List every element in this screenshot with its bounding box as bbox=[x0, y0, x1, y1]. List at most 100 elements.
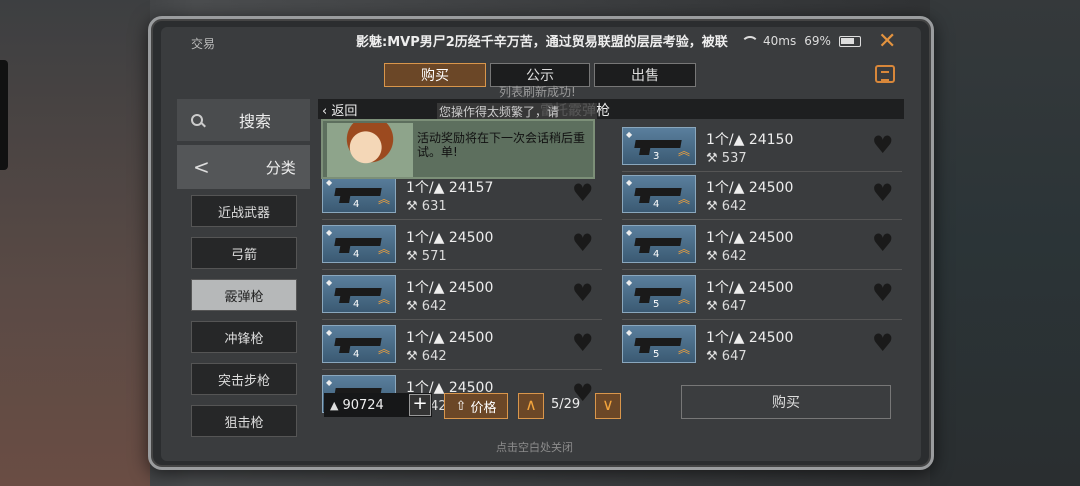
heart-icon[interactable]: ♥ bbox=[872, 229, 894, 257]
trade-screen: 交易 影魅:MVP男尸2历经千辛万苦，通过贸易联盟的层层考验，被联 40ms 6… bbox=[161, 27, 921, 461]
item-tier: 5 bbox=[653, 299, 660, 310]
close-hint: 点击空白处关闭 bbox=[496, 441, 573, 454]
item-tier: 4 bbox=[353, 249, 360, 260]
heart-icon[interactable]: ♥ bbox=[872, 179, 894, 207]
shotgun-icon bbox=[634, 188, 682, 196]
banner-text: 活动奖励将在下一次会话稍后重试。单! bbox=[417, 131, 586, 159]
item-thumbnail: ◆ 4 ︽ bbox=[322, 325, 396, 363]
heart-icon[interactable]: ♥ bbox=[572, 279, 594, 307]
item-thumbnail: ◆ 3 ︽ bbox=[622, 127, 696, 165]
item-stock: ⚒ 571 bbox=[406, 249, 447, 264]
divider bbox=[622, 269, 902, 270]
item-stock: ⚒ 642 bbox=[406, 299, 447, 314]
item-stock: ⚒ 647 bbox=[706, 349, 747, 364]
list-item[interactable]: ◆ 5 ︽ 1个/▲ 24500 ⚒ 647 ♥ bbox=[622, 325, 902, 371]
heart-icon[interactable]: ♥ bbox=[872, 131, 894, 159]
search-button[interactable]: 搜索 bbox=[177, 99, 310, 141]
item-thumbnail: ◆ 4 ︽ bbox=[622, 225, 696, 263]
category-bow[interactable]: 弓箭 bbox=[191, 237, 297, 269]
diamond-icon: ◆ bbox=[326, 228, 333, 237]
latency: 40ms bbox=[763, 34, 797, 48]
notes-icon[interactable] bbox=[875, 65, 895, 83]
category-smg[interactable]: 冲锋枪 bbox=[191, 321, 297, 353]
tab-sell[interactable]: 出售 bbox=[594, 63, 696, 87]
rank-up-icon: ︽ bbox=[678, 192, 691, 206]
rank-up-icon: ︽ bbox=[378, 242, 391, 256]
category-melee[interactable]: 近战武器 bbox=[191, 195, 297, 227]
item-stock: ⚒ 647 bbox=[706, 299, 747, 314]
heart-icon[interactable]: ♥ bbox=[872, 329, 894, 357]
list-item[interactable]: ◆ 3 ︽ 1个/▲ 24150 ⚒ 537 ♥ bbox=[622, 127, 902, 173]
trade-device-frame: 交易 影魅:MVP男尸2历经千辛万苦，通过贸易联盟的层层考验，被联 40ms 6… bbox=[148, 16, 934, 470]
list-item[interactable]: ◆ 4 ︽ 1个/▲ 24500 ⚒ 642 ♥ bbox=[322, 275, 602, 321]
list-item[interactable]: ◆ 4 ︽ 1个/▲ 24500 ⚒ 642 ♥ bbox=[622, 175, 902, 221]
list-header: ‹ 返回 雷托霰弹枪 bbox=[318, 99, 904, 119]
item-thumbnail: ◆ 5 ︽ bbox=[622, 325, 696, 363]
back-label: 返回 bbox=[331, 104, 358, 119]
event-banner: 活动奖励将在下一次会话稍后重试。单! bbox=[321, 119, 595, 179]
item-price: 1个/▲ 24500 bbox=[706, 280, 794, 296]
heart-icon[interactable]: ♥ bbox=[572, 179, 594, 207]
list-item[interactable]: ◆ 4 ︽ 1个/▲ 24500 ⚒ 642 ♥ bbox=[622, 225, 902, 271]
back-button[interactable]: ‹ 返回 bbox=[322, 100, 357, 119]
sort-label: 价格 bbox=[470, 400, 497, 416]
category-label: 分类 bbox=[265, 158, 296, 177]
item-thumbnail: ◆ 4 ︽ bbox=[322, 175, 396, 213]
heart-icon[interactable]: ♥ bbox=[572, 329, 594, 357]
category-header[interactable]: < 分类 bbox=[177, 145, 310, 189]
item-stock: ⚒ 642 bbox=[706, 249, 747, 264]
status-bar: 交易 影魅:MVP男尸2历经千辛万苦，通过贸易联盟的层层考验，被联 40ms 6… bbox=[161, 27, 921, 55]
diamond-icon: ◆ bbox=[326, 328, 333, 337]
divider bbox=[322, 319, 602, 320]
divider bbox=[322, 269, 602, 270]
item-tier: 4 bbox=[353, 349, 360, 360]
sort-up-icon: ⇧ bbox=[455, 398, 467, 414]
category-sniper[interactable]: 狙击枪 bbox=[191, 405, 297, 437]
list-item[interactable]: ◆ 4 ︽ 1个/▲ 24500 ⚒ 642 ♥ bbox=[322, 325, 602, 371]
currency-icon: ▲ bbox=[330, 398, 339, 412]
divider bbox=[622, 319, 902, 320]
sort-price-button[interactable]: ⇧ 价格 bbox=[444, 393, 508, 419]
buy-button[interactable]: 购买 bbox=[681, 385, 891, 419]
chevron-left-icon: < bbox=[193, 155, 210, 179]
diamond-icon: ◆ bbox=[626, 178, 633, 187]
tab-buy[interactable]: 购买 bbox=[384, 63, 486, 87]
list-item[interactable]: ◆ 4 ︽ 1个/▲ 24500 ⚒ 571 ♥ bbox=[322, 225, 602, 271]
shotgun-icon bbox=[634, 140, 682, 148]
page-indicator: 5/29 bbox=[551, 397, 581, 412]
item-price: 1个/▲ 24157 bbox=[406, 180, 494, 196]
list-item[interactable]: ◆ 5 ︽ 1个/▲ 24500 ⚒ 647 ♥ bbox=[622, 275, 902, 321]
item-stock: ⚒ 537 bbox=[706, 151, 747, 166]
page-next-button[interactable]: ∨ bbox=[595, 393, 621, 419]
diamond-icon: ◆ bbox=[626, 228, 633, 237]
item-stock: ⚒ 642 bbox=[706, 199, 747, 214]
shotgun-icon bbox=[334, 338, 382, 346]
page-prev-button[interactable]: ∧ bbox=[518, 393, 544, 419]
diamond-icon: ◆ bbox=[326, 278, 333, 287]
item-stock: ⚒ 631 bbox=[406, 199, 447, 214]
rank-up-icon: ︽ bbox=[678, 342, 691, 356]
status-indicators: 40ms 69% bbox=[741, 34, 861, 48]
divider bbox=[322, 369, 602, 370]
add-currency-button[interactable]: + bbox=[409, 394, 431, 416]
item-tier: 4 bbox=[653, 249, 660, 260]
heart-icon[interactable]: ♥ bbox=[572, 229, 594, 257]
shotgun-icon bbox=[634, 238, 682, 246]
item-tier: 4 bbox=[353, 199, 360, 210]
battery-percent: 69% bbox=[804, 34, 831, 48]
mascot-avatar bbox=[327, 123, 413, 177]
shotgun-icon bbox=[334, 238, 382, 246]
shotgun-icon bbox=[334, 288, 382, 296]
category-shotgun[interactable]: 霰弹枪 bbox=[191, 279, 297, 311]
category-assault-rifle[interactable]: 突击步枪 bbox=[191, 363, 297, 395]
close-icon[interactable]: ✕ bbox=[878, 29, 896, 54]
diamond-icon: ◆ bbox=[326, 178, 333, 187]
heart-icon[interactable]: ♥ bbox=[872, 279, 894, 307]
item-tier: 4 bbox=[653, 199, 660, 210]
shotgun-icon bbox=[634, 338, 682, 346]
list-item[interactable]: ◆ 4 ︽ 1个/▲ 24157 ⚒ 631 ♥ bbox=[322, 175, 602, 221]
item-thumbnail: ◆ 5 ︽ bbox=[622, 275, 696, 313]
item-thumbnail: ◆ 4 ︽ bbox=[322, 225, 396, 263]
battery-icon bbox=[838, 35, 861, 47]
diamond-icon: ◆ bbox=[326, 378, 333, 387]
